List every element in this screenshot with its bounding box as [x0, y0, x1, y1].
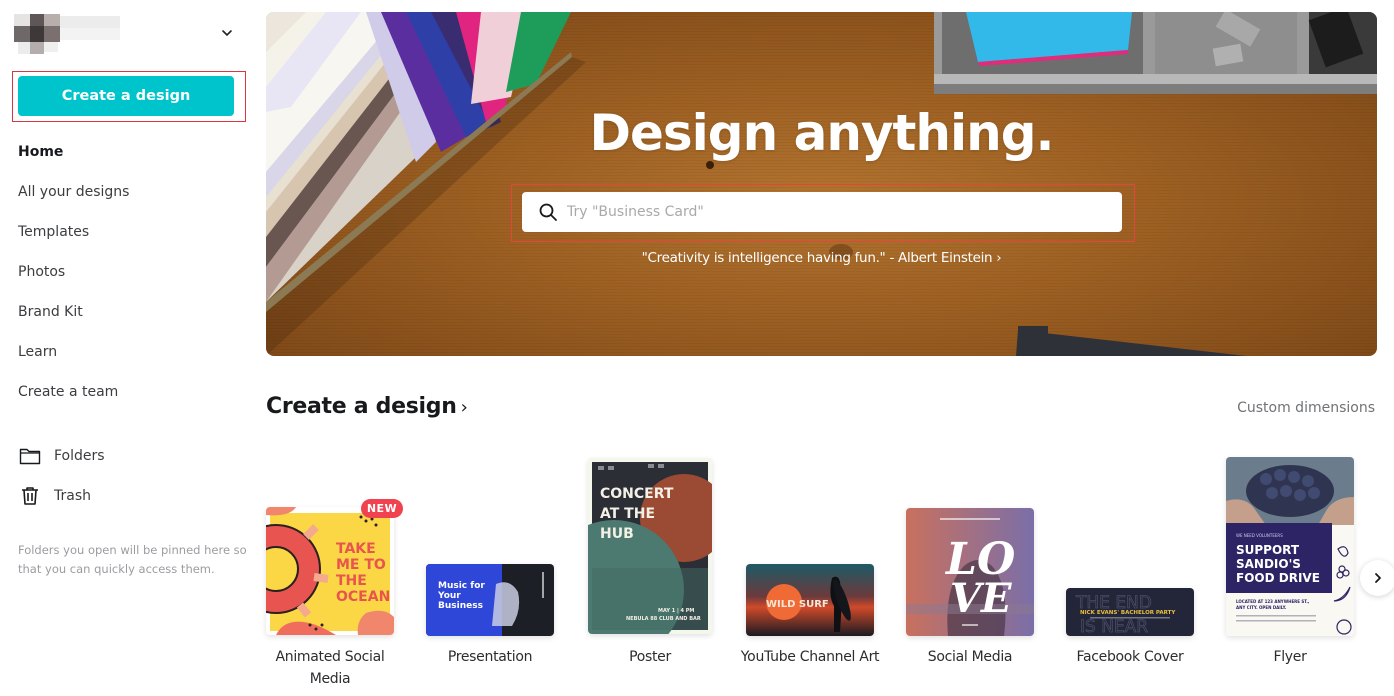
- carousel-next-button[interactable]: [1360, 560, 1394, 596]
- svg-text:Music for: Music for: [438, 581, 485, 591]
- design-search-input[interactable]: [567, 204, 1107, 220]
- folder-icon: [19, 448, 41, 465]
- tile-label: Presentation: [447, 649, 533, 665]
- svg-text:SUPPORT: SUPPORT: [1236, 543, 1300, 557]
- trash-label: Trash: [54, 488, 91, 504]
- facebook-cover-thumbnail-art: THE END IS NEAR NICK EVANS' BACHELOR PAR…: [1066, 588, 1194, 636]
- social-media-thumbnail-art: LO VE: [906, 508, 1034, 636]
- sidebar-item-folders[interactable]: Folders: [18, 444, 105, 468]
- svg-text:ME TO: ME TO: [336, 557, 386, 573]
- folders-label: Folders: [54, 448, 105, 464]
- youtube-thumbnail-art: WILD SURF: [746, 564, 874, 636]
- svg-text:NICK EVANS' BACHELOR PARTY: NICK EVANS' BACHELOR PARTY: [1080, 610, 1176, 616]
- sidebar-item-photos[interactable]: Photos: [18, 260, 129, 300]
- trash-icon: [22, 487, 38, 505]
- svg-text:MAY 1 | 4 PM: MAY 1 | 4 PM: [658, 608, 694, 614]
- account-switcher[interactable]: [14, 12, 244, 56]
- svg-text:SANDIO'S: SANDIO'S: [1236, 557, 1301, 571]
- svg-text:AT THE: AT THE: [600, 506, 655, 522]
- sidebar-item-create-team[interactable]: Create a team: [18, 380, 129, 420]
- svg-text:LOCATED AT 123 ANYWHERE ST.,: LOCATED AT 123 ANYWHERE ST.,: [1236, 599, 1310, 604]
- chevron-right-icon: ›: [460, 397, 468, 418]
- tile-label: Poster: [629, 649, 671, 665]
- svg-text:NEBULA 88 CLUB AND BAR: NEBULA 88 CLUB AND BAR: [626, 616, 701, 622]
- sidebar-item-learn[interactable]: Learn: [18, 340, 129, 380]
- tile-label: Animated Social Media: [275, 649, 385, 687]
- thumb-text: TAKE: [336, 541, 376, 557]
- chevron-down-icon[interactable]: [220, 26, 234, 40]
- svg-text:VE: VE: [950, 575, 1012, 622]
- svg-text:THE: THE: [336, 573, 367, 589]
- hero-title: Design anything.: [589, 104, 1054, 162]
- svg-text:WE NEED VOLUNTEERS: WE NEED VOLUNTEERS: [1236, 533, 1283, 538]
- tile-label: YouTube Channel Art: [740, 649, 880, 665]
- custom-dimensions-link[interactable]: Custom dimensions: [1237, 400, 1375, 416]
- sidebar: Create a design Home All your designs Te…: [0, 0, 250, 696]
- tile-label: Facebook Cover: [1076, 649, 1184, 665]
- tile-thumbnail: LO VE: [906, 508, 1034, 636]
- tile-thumbnail: TAKE ME TO THE OCEAN: [266, 507, 394, 635]
- inspiration-quote-link[interactable]: "Creativity is intelligence having fun."…: [266, 250, 1377, 266]
- chevron-right-icon: [1375, 573, 1381, 583]
- sidebar-item-templates[interactable]: Templates: [18, 220, 129, 260]
- tile-thumbnail: WE NEED VOLUNTEERS SUPPORT SANDIO'S FOOD…: [1226, 457, 1354, 636]
- svg-text:OCEAN: OCEAN: [336, 589, 390, 605]
- create-design-button[interactable]: Create a design: [18, 76, 234, 116]
- svg-text:IS NEAR: IS NEAR: [1080, 617, 1148, 636]
- svg-text:CONCERT: CONCERT: [600, 486, 674, 502]
- svg-text:ANY CITY. OPEN DAILY.: ANY CITY. OPEN DAILY.: [1236, 605, 1287, 610]
- sidebar-item-home[interactable]: Home: [18, 140, 129, 180]
- svg-text:Your: Your: [437, 591, 461, 601]
- tile-label: Flyer: [1273, 649, 1307, 665]
- avatar: [14, 14, 122, 54]
- new-badge: NEW: [361, 499, 403, 518]
- tile-thumbnail: CONCERT AT THE HUB MAY 1 | 4 PM NEBULA 8…: [588, 458, 712, 634]
- presentation-thumbnail-art: Music for Your Business: [426, 564, 554, 636]
- flyer-thumbnail-art: WE NEED VOLUNTEERS SUPPORT SANDIO'S FOOD…: [1226, 457, 1354, 636]
- section-title-text: Create a design: [266, 394, 457, 419]
- sidebar-item-trash[interactable]: Trash: [18, 484, 91, 508]
- pinned-folders-hint: Folders you open will be pinned here so …: [18, 543, 247, 576]
- sidebar-item-all-designs[interactable]: All your designs: [18, 180, 129, 220]
- svg-text:WILD SURF: WILD SURF: [766, 599, 829, 610]
- svg-text:HUB: HUB: [600, 526, 634, 542]
- create-design-section-title[interactable]: Create a design ›: [266, 394, 468, 419]
- sidebar-nav: Home All your designs Templates Photos B…: [18, 140, 129, 420]
- sidebar-item-brand-kit[interactable]: Brand Kit: [18, 300, 129, 340]
- animated-social-thumbnail-art: TAKE ME TO THE OCEAN: [266, 507, 394, 635]
- tile-thumbnail: THE END IS NEAR NICK EVANS' BACHELOR PAR…: [1066, 588, 1194, 636]
- tile-thumbnail: WILD SURF: [746, 564, 874, 636]
- poster-thumbnail-art: CONCERT AT THE HUB MAY 1 | 4 PM NEBULA 8…: [588, 458, 712, 634]
- search-icon: [539, 203, 557, 221]
- tile-label: Social Media: [927, 649, 1013, 665]
- svg-text:Business: Business: [438, 601, 483, 611]
- tile-thumbnail: Music for Your Business: [426, 564, 554, 636]
- svg-text:FOOD DRIVE: FOOD DRIVE: [1236, 571, 1320, 585]
- hero-banner: Design anything. "Creativity is intellig…: [266, 12, 1377, 356]
- design-search-box[interactable]: [522, 192, 1122, 232]
